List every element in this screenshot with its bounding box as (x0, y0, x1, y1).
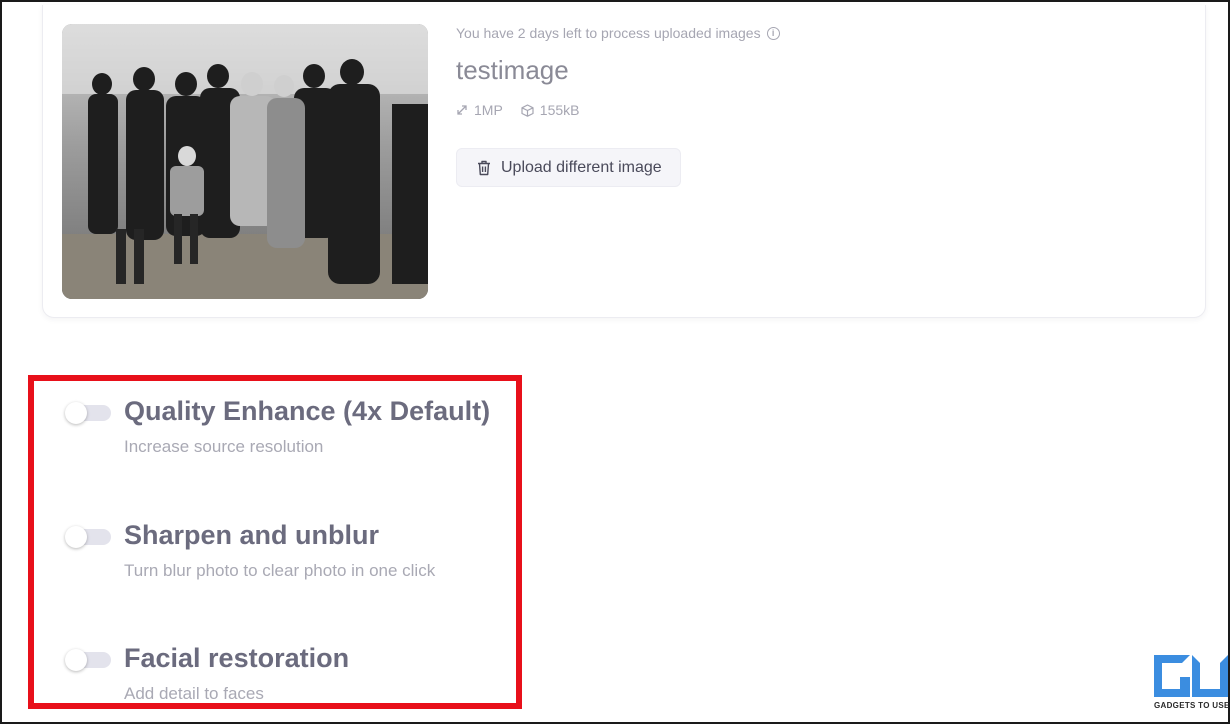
info-icon[interactable]: i (766, 26, 780, 40)
photo-preview (62, 24, 428, 299)
option-facial-restoration: Facial restoration Add detail to faces (124, 643, 554, 704)
option-description: Increase source resolution (124, 437, 324, 456)
sharpen-unblur-toggle[interactable] (65, 526, 111, 548)
resolution-value: 1MP (474, 102, 503, 118)
watermark-text: GADGETS TO USE (1154, 701, 1230, 710)
option-description: Turn blur photo to clear photo in one cl… (124, 561, 436, 580)
watermark-g-shape (1154, 655, 1190, 697)
watermark-mark (1154, 655, 1230, 699)
upload-button-label: Upload different image (501, 158, 662, 176)
filesize-meta: 155kB (521, 102, 580, 118)
trash-icon (478, 160, 490, 175)
option-title: Facial restoration (124, 643, 350, 673)
image-filename: testimage (456, 55, 569, 85)
toggle-knob (65, 526, 87, 548)
option-title: Sharpen and unblur (124, 520, 380, 550)
facial-restoration-toggle[interactable] (65, 649, 111, 671)
box-icon (521, 103, 534, 117)
image-info: You have 2 days left to process uploaded… (456, 25, 1156, 187)
toggle-knob (65, 649, 87, 671)
option-title: Quality Enhance (4x Default) (124, 396, 491, 426)
option-description: Add detail to faces (124, 684, 264, 703)
uploaded-image-thumbnail (62, 24, 428, 299)
watermark-u-shape (1192, 655, 1228, 697)
upload-different-image-button[interactable]: Upload different image (456, 148, 681, 187)
resolution-meta: 1MP (456, 102, 503, 118)
uploaded-image-card: You have 2 days left to process uploaded… (42, 5, 1206, 318)
toggle-knob (65, 402, 87, 424)
quality-enhance-toggle[interactable] (65, 402, 111, 424)
filesize-value: 155kB (539, 102, 580, 118)
image-meta: 1MP 155kB (456, 102, 1156, 118)
option-sharpen-unblur: Sharpen and unblur Turn blur photo to cl… (124, 520, 554, 581)
watermark-logo: GADGETS TO USE (1154, 655, 1230, 711)
processing-notice: You have 2 days left to process uploaded… (456, 25, 1156, 41)
option-quality-enhance: Quality Enhance (4x Default) Increase so… (124, 396, 554, 457)
processing-notice-text: You have 2 days left to process uploaded… (456, 25, 761, 41)
resize-icon (457, 105, 467, 115)
